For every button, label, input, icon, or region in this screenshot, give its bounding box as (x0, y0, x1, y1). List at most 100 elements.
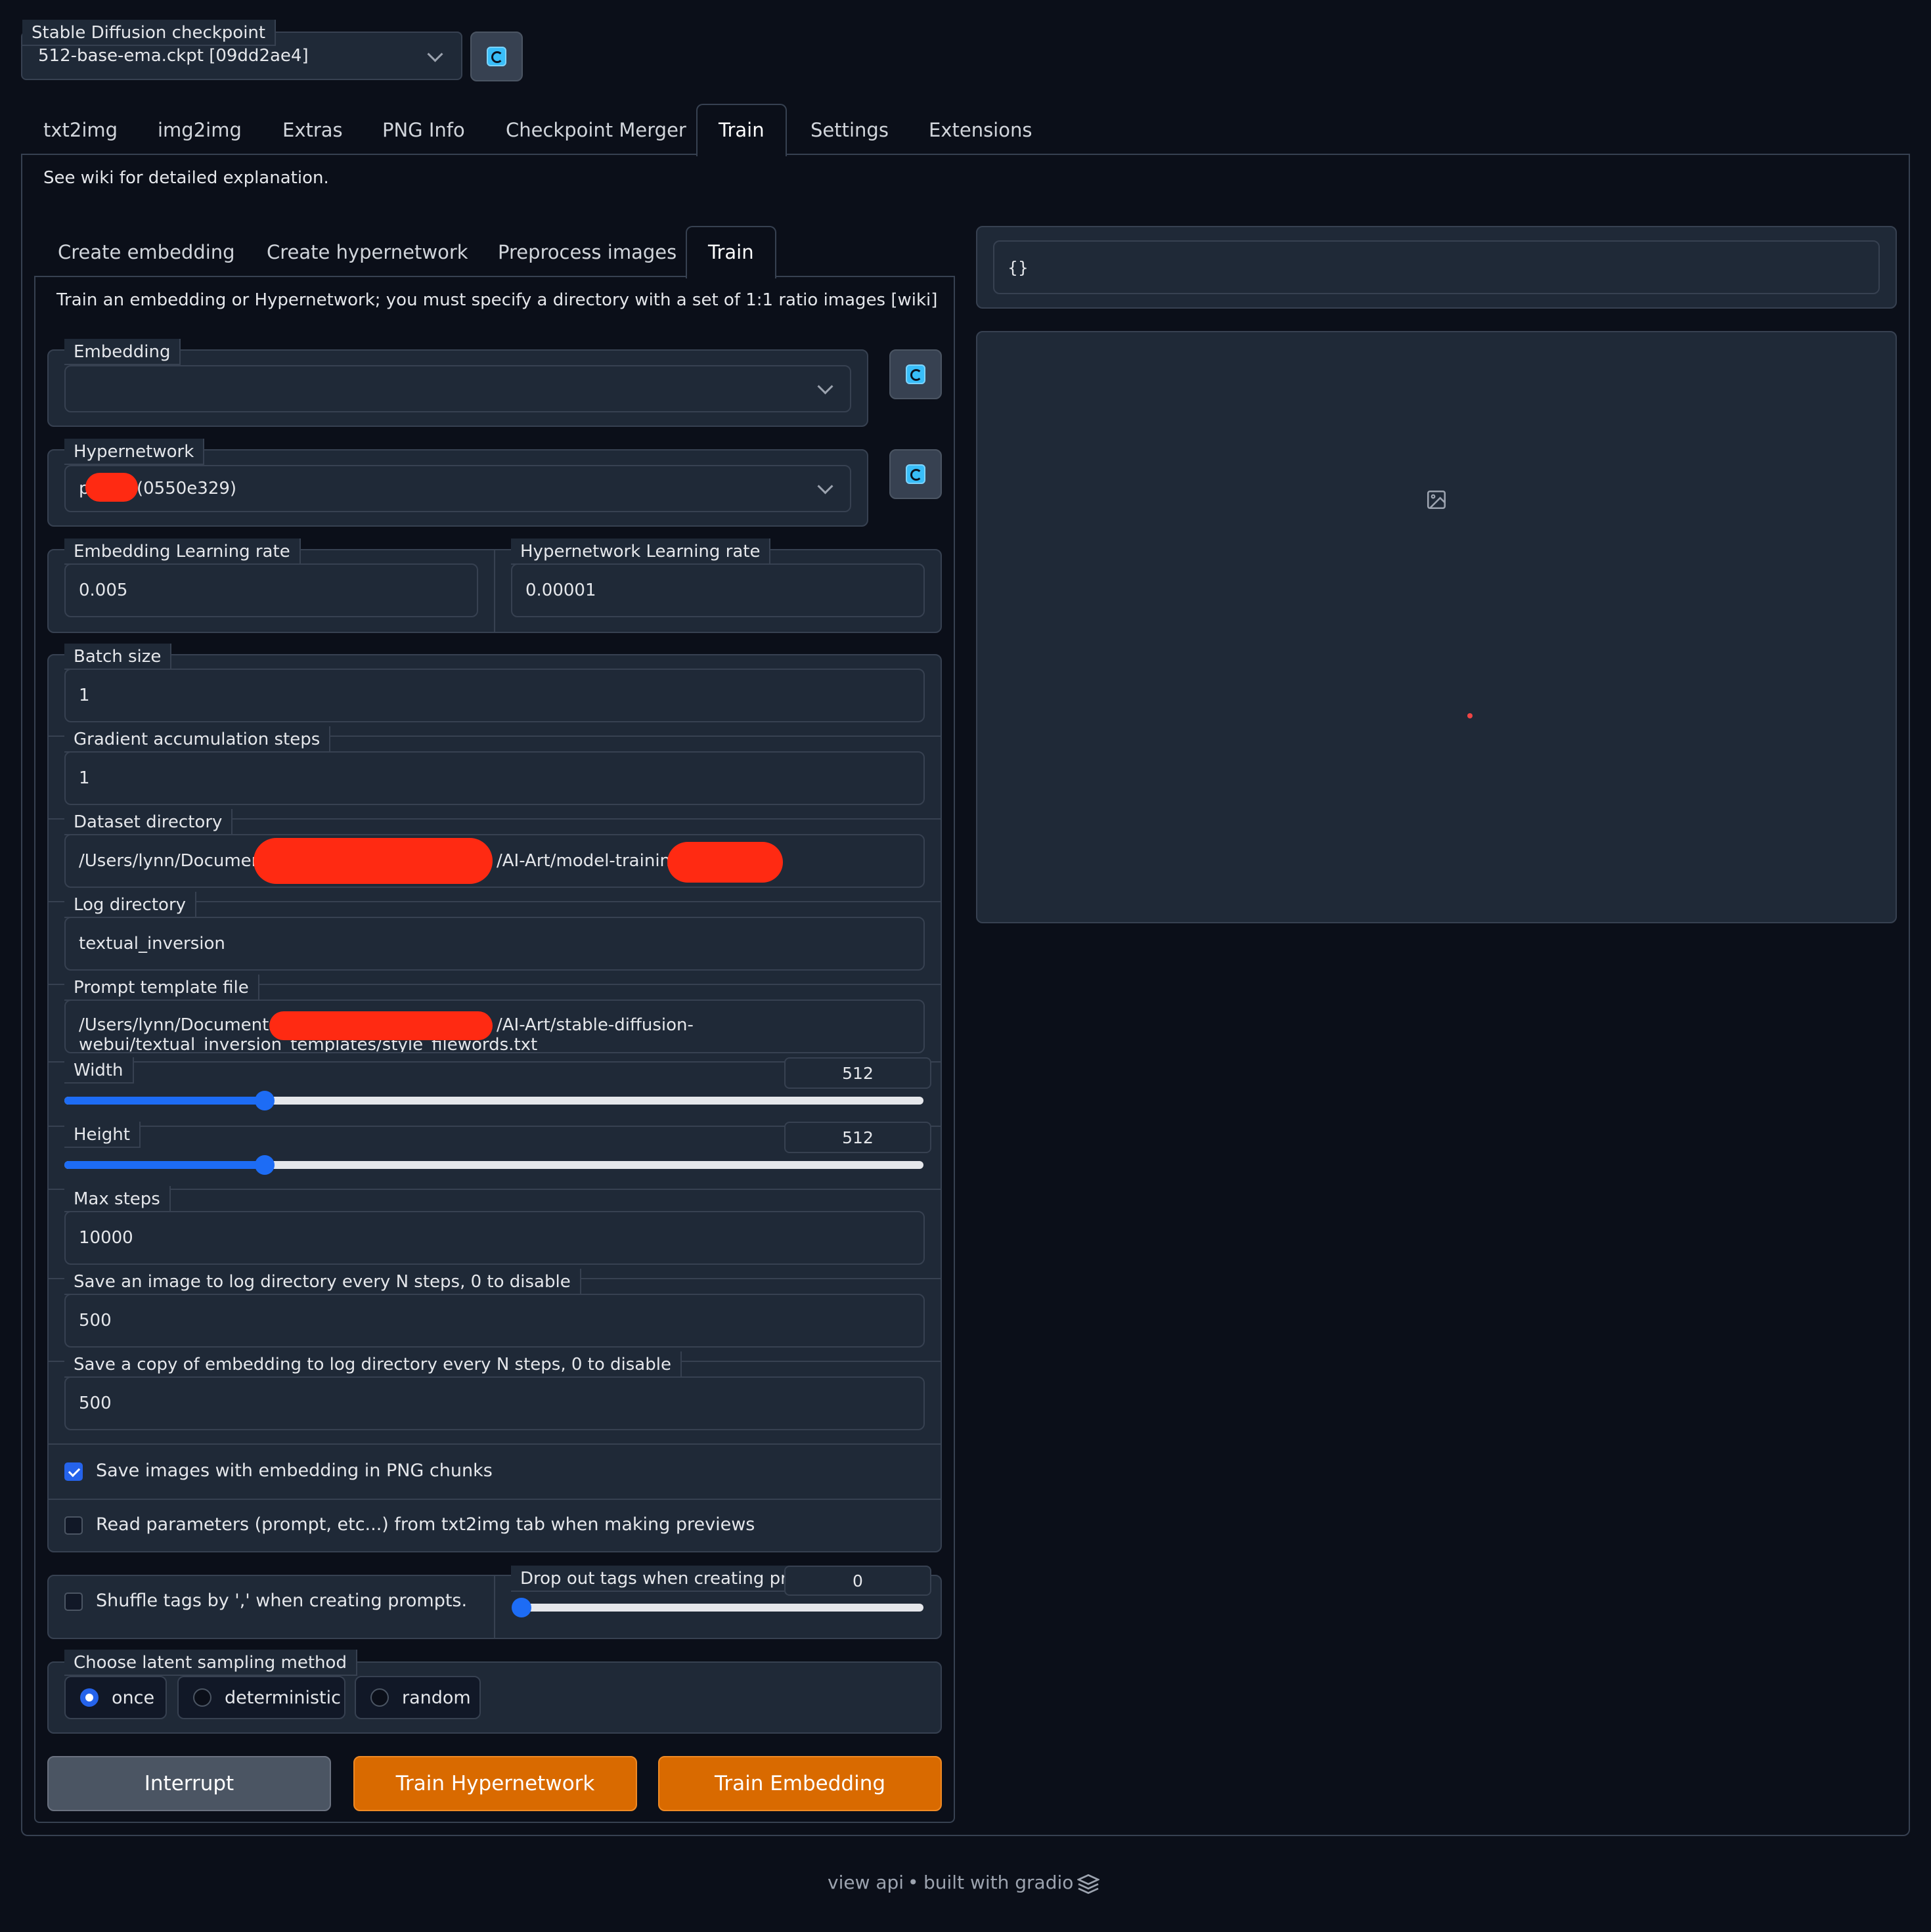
save-image-every-input[interactable]: 500 (64, 1294, 925, 1348)
width-slider-thumb[interactable] (254, 1091, 275, 1110)
log-directory-label: Log directory (64, 892, 197, 918)
shuffle-dropout-divider (494, 1575, 495, 1639)
train-hypernetwork-button[interactable]: Train Hypernetwork (353, 1756, 637, 1811)
tab-settings[interactable]: Settings (810, 110, 889, 150)
learning-rate-divider (494, 549, 495, 633)
save-embedding-every-label: Save a copy of embedding to log director… (64, 1351, 682, 1378)
max-steps-input[interactable]: 10000 (64, 1211, 925, 1265)
redaction-mark (85, 473, 138, 502)
shuffle-tags-checkbox[interactable] (64, 1592, 83, 1611)
latent-sampling-label: Choose latent sampling method (64, 1650, 357, 1676)
divider (49, 1443, 941, 1445)
subtab-train[interactable]: Train (686, 226, 776, 278)
width-label: Width (64, 1057, 134, 1084)
batch-size-input[interactable]: 1 (64, 669, 925, 722)
prompt-template-input[interactable]: /Users/lynn/Documents/L/AI-Art/stable-di… (64, 999, 925, 1053)
radio-unselected-icon (370, 1688, 389, 1707)
height-slider-fill (64, 1161, 265, 1169)
embedding-learning-rate-input[interactable]: 0.005 (64, 563, 478, 617)
divider (49, 1499, 941, 1500)
save-png-chunks-checkbox[interactable] (64, 1462, 83, 1481)
save-png-chunks-label: Save images with embedding in PNG chunks (96, 1460, 493, 1481)
dataset-directory-label: Dataset directory (64, 809, 233, 835)
gradio-logo-icon (1077, 1874, 1099, 1894)
gradient-accumulation-label: Gradient accumulation steps (64, 726, 331, 753)
embedding-learning-rate-label: Embedding Learning rate (64, 538, 301, 565)
tab-extras[interactable]: Extras (282, 110, 343, 150)
tab-png-info[interactable]: PNG Info (382, 110, 465, 150)
interrupt-button[interactable]: Interrupt (47, 1756, 331, 1811)
footer-built-with-gradio-link[interactable]: built with gradio (923, 1872, 1073, 1893)
red-dot (1467, 713, 1473, 718)
divider (49, 1189, 941, 1190)
train-description: Train an embedding or Hypernetwork; you … (56, 290, 938, 310)
output-image-panel (976, 331, 1897, 923)
checkpoint-dropdown[interactable]: 512-base-ema.ckpt [09dd2ae4] (22, 43, 461, 79)
height-number-input[interactable]: 512 (784, 1122, 931, 1153)
embedding-label: Embedding (64, 339, 181, 365)
dataset-directory-input[interactable]: /Users/lynn/Document /AI-Art/model-train… (64, 834, 925, 888)
save-embedding-every-input[interactable]: 500 (64, 1376, 925, 1430)
redaction-mark (269, 1011, 493, 1040)
subtab-create-embedding[interactable]: Create embedding (58, 232, 235, 272)
footer-view-api-link[interactable]: view api (828, 1872, 904, 1893)
subtab-create-hypernetwork[interactable]: Create hypernetwork (267, 232, 468, 272)
refresh-icon (487, 47, 506, 66)
footer-separator: • (908, 1872, 919, 1893)
refresh-icon (906, 464, 925, 484)
subtab-preprocess-images[interactable]: Preprocess images (498, 232, 677, 272)
chevron-down-icon (427, 46, 443, 62)
tab-img2img[interactable]: img2img (158, 110, 242, 150)
width-slider[interactable] (64, 1091, 923, 1110)
hypernetwork-value-suffix: (0550e329) (137, 479, 237, 498)
dropout-number-input[interactable]: 0 (784, 1566, 931, 1596)
read-params-checkbox[interactable] (64, 1516, 83, 1535)
latent-option-deterministic[interactable]: deterministic (177, 1676, 345, 1719)
dropout-slider[interactable] (512, 1598, 923, 1617)
width-number-input[interactable]: 512 (784, 1057, 931, 1089)
hypernetwork-learning-rate-input[interactable]: 0.00001 (511, 563, 925, 617)
log-directory-input[interactable]: textual_inversion (64, 917, 925, 971)
radio-selected-icon (80, 1688, 99, 1707)
gradient-accumulation-input[interactable]: 1 (64, 751, 925, 805)
chevron-down-icon (817, 478, 833, 494)
tab-txt2img[interactable]: txt2img (43, 110, 118, 150)
height-slider-thumb[interactable] (254, 1155, 275, 1175)
redaction-mark (254, 838, 493, 884)
refresh-hypernetwork-button[interactable] (889, 449, 942, 499)
checkpoint-value: 512-base-ema.ckpt [09dd2ae4] (38, 46, 309, 66)
embedding-dropdown[interactable] (64, 365, 851, 412)
redaction-mark (667, 842, 783, 883)
latent-option-random[interactable]: random (355, 1676, 481, 1719)
wiki-note: See wiki for detailed explanation. (43, 168, 329, 188)
refresh-embedding-button[interactable] (889, 349, 942, 399)
tab-train[interactable]: Train (696, 104, 787, 156)
prompt-template-value-b: /AI-Art/stable-diffusion- (497, 1015, 694, 1035)
latent-option-deterministic-label: deterministic (225, 1687, 341, 1708)
width-slider-fill (64, 1097, 265, 1105)
tab-extensions[interactable]: Extensions (929, 110, 1032, 150)
read-params-label: Read parameters (prompt, etc...) from tx… (96, 1514, 755, 1535)
save-image-every-label: Save an image to log directory every N s… (64, 1269, 581, 1295)
tab-checkpoint-merger[interactable]: Checkpoint Merger (506, 110, 686, 150)
refresh-checkpoint-button[interactable] (470, 32, 523, 81)
output-json: {} (993, 240, 1880, 294)
height-label: Height (64, 1122, 141, 1148)
chevron-down-icon (817, 378, 833, 395)
latent-option-once[interactable]: once (64, 1676, 167, 1719)
shuffle-tags-label: Shuffle tags by ',' when creating prompt… (96, 1591, 468, 1611)
dataset-directory-value-b: /AI-Art/model-training/l (497, 851, 692, 871)
refresh-icon (906, 364, 925, 384)
radio-unselected-icon (193, 1688, 211, 1707)
height-slider[interactable] (64, 1155, 923, 1175)
hypernetwork-learning-rate-label: Hypernetwork Learning rate (511, 538, 771, 565)
max-steps-label: Max steps (64, 1186, 171, 1212)
hypernetwork-label: Hypernetwork (64, 439, 205, 465)
latent-option-random-label: random (402, 1687, 471, 1708)
hypernetwork-dropdown[interactable]: p (0550e329) (64, 465, 851, 512)
batch-size-label: Batch size (64, 644, 172, 670)
dropout-slider-thumb[interactable] (512, 1598, 531, 1617)
train-embedding-button[interactable]: Train Embedding (658, 1756, 942, 1811)
image-placeholder-icon (1427, 490, 1446, 510)
latent-option-once-label: once (112, 1687, 155, 1708)
